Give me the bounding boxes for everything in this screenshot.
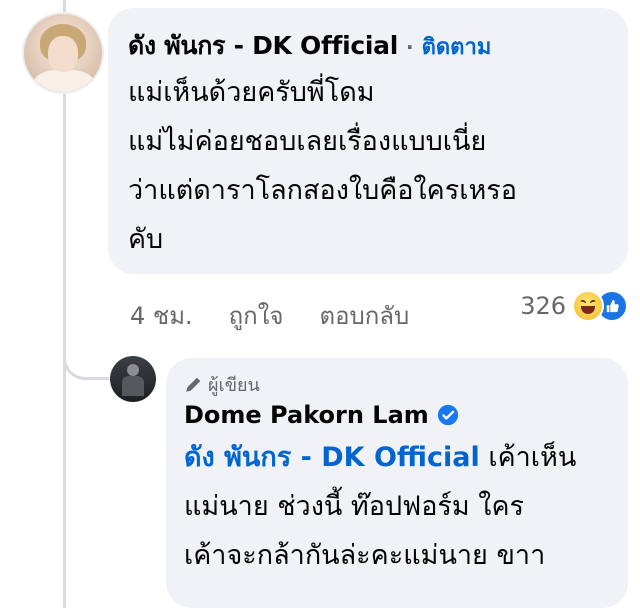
thumbs-up-glyph bbox=[606, 299, 619, 313]
commenter-avatar[interactable] bbox=[22, 12, 104, 94]
reply-text: ดัง พันกร - DK Official เค้าเห็น แม่นาย … bbox=[184, 433, 614, 580]
reply-author-name[interactable]: Dome Pakorn Lam bbox=[184, 401, 429, 429]
reactions-summary[interactable]: 326 bbox=[520, 290, 628, 322]
separator-dot: · bbox=[406, 35, 414, 59]
author-badge: ผู้เขียน bbox=[184, 370, 610, 399]
reply-bubble: ผู้เขียน Dome Pakorn Lam ดัง พันกร - DK … bbox=[166, 358, 628, 608]
avatar-body bbox=[122, 376, 144, 396]
comment-actions: 4 ชม. ถูกใจ ตอบกลับ bbox=[130, 296, 445, 335]
comment-thread: ดัง พันกร - DK Official · ติดตาม แม่เห็น… bbox=[0, 0, 640, 608]
author-badge-label: ผู้เขียน bbox=[208, 375, 260, 396]
reply-line: เค้าจะกล้ากันล่ะคะแม่นาย ขาา bbox=[184, 540, 546, 571]
reply-button[interactable]: ตอบกลับ bbox=[319, 296, 409, 335]
reply-header: Dome Pakorn Lam bbox=[184, 401, 610, 429]
verified-badge-icon bbox=[437, 404, 458, 426]
avatar-head bbox=[127, 364, 139, 376]
pen-icon bbox=[186, 377, 201, 392]
comment-line: คับ bbox=[128, 224, 164, 255]
reply-line-text: เค้าเห็น bbox=[479, 442, 577, 473]
reply-author-avatar[interactable] bbox=[110, 356, 156, 402]
comment-timestamp[interactable]: 4 ชม. bbox=[130, 296, 193, 335]
avatar-face bbox=[48, 36, 78, 72]
comment-bubble: ดัง พันกร - DK Official · ติดตาม แม่เห็น… bbox=[108, 8, 628, 274]
comment-line: แม่ไม่ค่อยชอบเลยเรื่องแบบเนี่ย bbox=[128, 126, 487, 157]
comment-author-name[interactable]: ดัง พันกร - DK Official bbox=[128, 26, 398, 66]
thread-connector bbox=[63, 332, 109, 380]
mention-link[interactable]: ดัง พันกร - DK Official bbox=[184, 442, 480, 473]
reaction-count: 326 bbox=[520, 292, 566, 320]
reply-line: แม่นาย ช่วงนี้ ท๊อปฟอร์ม ใคร bbox=[184, 491, 525, 522]
reply-line: ดัง พันกร - DK Official เค้าเห็น bbox=[184, 433, 614, 482]
comment-line: แม่เห็นด้วยครับพี่โดม bbox=[128, 77, 375, 108]
haha-icon bbox=[572, 290, 604, 322]
avatar-shirt bbox=[34, 70, 94, 92]
comment-text: แม่เห็นด้วยครับพี่โดม แม่ไม่ค่อยชอบเลยเร… bbox=[128, 68, 608, 264]
like-button[interactable]: ถูกใจ bbox=[229, 296, 284, 335]
comment-header: ดัง พันกร - DK Official · ติดตาม bbox=[128, 26, 608, 66]
comment-line: ว่าแต่ดาราโลกสองใบคือใครเหรอ bbox=[128, 175, 517, 206]
follow-button[interactable]: ติดตาม bbox=[422, 29, 492, 64]
